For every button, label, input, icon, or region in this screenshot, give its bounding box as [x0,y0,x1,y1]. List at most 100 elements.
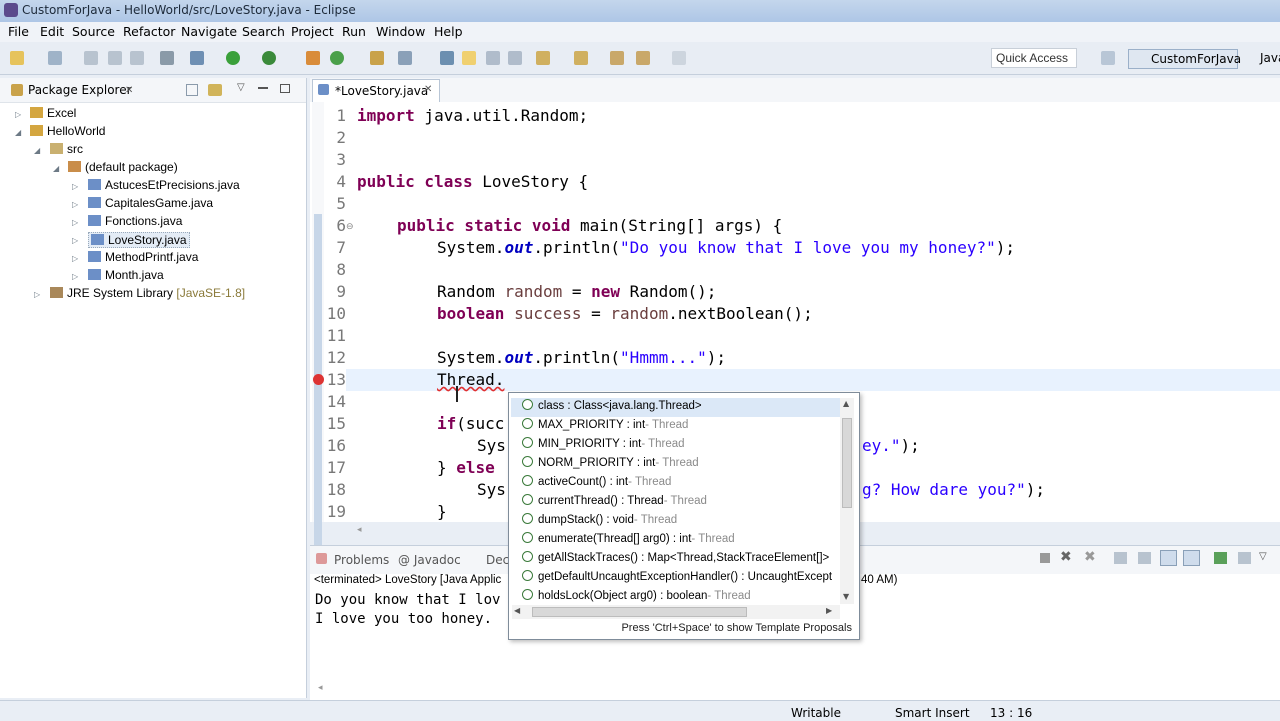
last-edit-icon[interactable] [610,51,624,65]
open-type-icon[interactable] [370,51,384,65]
tree-item-src[interactable]: src [50,142,83,156]
collapse-src-icon[interactable]: ◢ [34,146,40,155]
proposal-item[interactable]: activeCount() : int - Thread [511,474,841,493]
proposal-item[interactable]: getAllStackTraces() : Map<Thread,StackTr… [511,550,841,569]
perspective-customforjava[interactable]: CustomForJava [1128,49,1241,69]
tree-item-fonctions[interactable]: Fonctions.java [88,214,182,228]
proposal-item[interactable]: NORM_PRIORITY : int - Thread [511,455,841,474]
coverage-icon[interactable] [262,51,276,65]
proposal-item[interactable]: class : Class<java.lang.Thread> [511,398,841,417]
tree-item-month[interactable]: Month.java [88,268,164,282]
proposal-item[interactable]: currentThread() : Thread - Thread [511,493,841,512]
tree-item-helloworld[interactable]: HelloWorld [30,124,105,138]
expand-file-icon[interactable]: ▷ [72,236,78,245]
expand-file-icon[interactable]: ▷ [72,218,78,227]
menu-source[interactable]: Source [72,24,115,39]
scroll-left-icon[interactable]: ◀ [514,606,520,615]
proposal-item[interactable]: enumerate(Thread[] arg0) : int - Thread [511,531,841,550]
scroll-down-icon[interactable]: ▼ [843,592,849,601]
menu-help[interactable]: Help [434,24,463,39]
menu-search[interactable]: Search [242,24,285,39]
toggle-mark-icon[interactable] [440,51,454,65]
prev-annotation-icon[interactable] [574,51,588,65]
minimize-icon[interactable] [258,87,268,89]
forward-icon[interactable] [672,51,686,65]
block-select-icon[interactable] [486,51,500,65]
expand-excel-icon[interactable]: ▷ [15,110,21,119]
save-icon[interactable] [84,51,98,65]
new-class-icon[interactable] [306,51,320,65]
tree-item-excel[interactable]: Excel [30,106,76,120]
tree-item-default-package[interactable]: (default package) [68,160,178,174]
menu-file[interactable]: File [8,24,29,39]
expand-jre-icon[interactable]: ▷ [34,290,40,299]
menu-refactor[interactable]: Refactor [123,24,175,39]
popup-vertical-scroll-thumb[interactable] [842,418,852,508]
new-folder-icon[interactable] [48,51,62,65]
word-wrap-icon[interactable] [1160,550,1177,566]
display-console-icon[interactable] [1214,552,1227,564]
pin-console-icon[interactable] [1183,550,1200,566]
next-annotation-icon[interactable] [536,51,550,65]
line-number: 12 [326,348,346,367]
highlight-icon[interactable] [462,51,476,65]
scroll-right-icon[interactable]: ▶ [826,606,832,615]
terminate-icon[interactable] [1040,553,1050,563]
popup-horizontal-scroll-thumb[interactable] [532,607,747,617]
expand-file-icon[interactable]: ▷ [72,182,78,191]
open-perspective-icon[interactable] [1101,51,1115,65]
collapse-helloworld-icon[interactable]: ◢ [15,128,21,137]
tree-item-lovestory[interactable]: LoveStory.java [88,232,190,248]
tab-javadoc[interactable]: @ Javadoc [398,553,461,567]
back-icon[interactable] [636,51,650,65]
skip-breakpoints-icon[interactable] [160,51,174,65]
perspective-java[interactable]: Java [1240,49,1280,69]
save-all-icon[interactable] [108,51,122,65]
view-menu-icon[interactable]: ▽ [237,82,245,93]
menu-run[interactable]: Run [342,24,366,39]
scroll-lock-icon[interactable] [1138,552,1151,564]
tree-item-methodprintf[interactable]: MethodPrintf.java [88,250,198,264]
tree-item-jre-library[interactable]: JRE System Library [JavaSE-1.8] [50,286,245,300]
proposal-item[interactable]: MIN_PRIORITY : int - Thread [511,436,841,455]
remove-all-icon[interactable]: ✖ [1084,549,1096,565]
proposal-item[interactable]: getDefaultUncaughtExceptionHandler() : U… [511,569,841,588]
collapse-package-icon[interactable]: ◢ [53,164,59,173]
package-explorer-tab[interactable]: Package Explorer [6,80,132,100]
search-icon[interactable] [398,51,412,65]
clear-console-icon[interactable] [1114,552,1127,564]
scroll-left-icon[interactable]: ◂ [318,683,323,693]
tab-problems[interactable]: Problems [334,553,389,567]
show-whitespace-icon[interactable] [508,51,522,65]
expand-file-icon[interactable]: ▷ [72,200,78,209]
print-icon[interactable] [130,51,144,65]
tree-item-astucesetprecisions[interactable]: AstucesEtPrecisions.java [88,178,240,192]
maximize-icon[interactable] [280,84,290,93]
menu-window[interactable]: Window [376,24,425,39]
close-view-icon[interactable]: ✕ [125,85,133,96]
run-icon[interactable] [226,51,240,65]
new-package-icon[interactable] [330,51,344,65]
collapse-all-icon[interactable] [186,84,198,96]
quick-access-input[interactable]: Quick Access [991,48,1077,68]
close-tab-icon[interactable]: ✕ [424,84,432,95]
menu-edit[interactable]: Edit [40,24,64,39]
fold-icon[interactable]: ⊖ [346,222,354,232]
menu-project[interactable]: Project [291,24,334,39]
error-marker-icon[interactable] [313,374,324,385]
console-menu-icon[interactable]: ▽ [1259,551,1267,562]
debug-icon[interactable] [190,51,204,65]
expand-file-icon[interactable]: ▷ [72,272,78,281]
expand-file-icon[interactable]: ▷ [72,254,78,263]
scroll-up-icon[interactable]: ▲ [843,399,849,408]
editor-tab-lovestory[interactable]: *LoveStory.java ✕ [312,79,440,102]
menu-navigate[interactable]: Navigate [181,24,237,39]
remove-launch-icon[interactable]: ✖ [1060,549,1072,565]
link-editor-icon[interactable] [208,84,222,96]
tree-item-capitalesgame[interactable]: CapitalesGame.java [88,196,213,210]
open-console-icon[interactable] [1238,552,1251,564]
scroll-left-icon[interactable]: ◂ [357,525,362,535]
proposal-item[interactable]: dumpStack() : void - Thread [511,512,841,531]
proposal-item[interactable]: MAX_PRIORITY : int - Thread [511,417,841,436]
new-icon[interactable] [10,51,24,65]
